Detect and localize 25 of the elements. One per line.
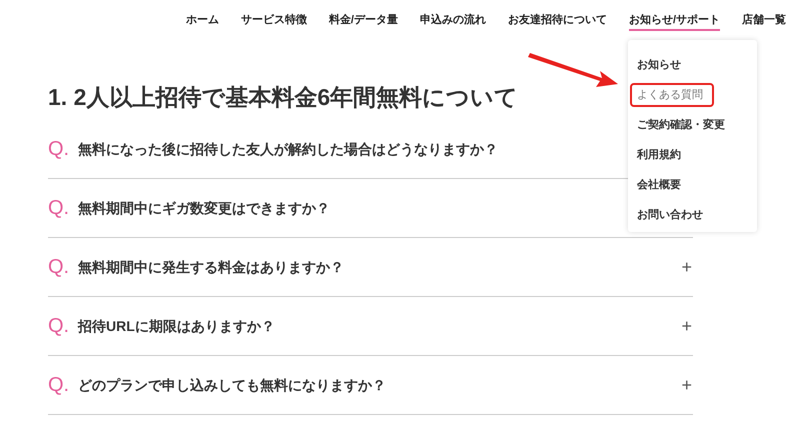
- expand-toggle[interactable]: +: [681, 376, 692, 394]
- section-heading: 1. 2人以上招待で基本料金6年間無料について: [48, 83, 518, 112]
- expand-toggle[interactable]: +: [681, 317, 692, 335]
- nav-link[interactable]: お知らせ/サポート: [628, 12, 720, 31]
- menu-item[interactable]: お知らせ: [630, 53, 688, 77]
- faq-question[interactable]: 招待URLに期限はありますか？: [78, 316, 682, 336]
- nav-link[interactable]: サービス特徴: [240, 12, 307, 31]
- question-mark-label: Q.: [48, 137, 70, 162]
- question-mark-label: Q.: [48, 255, 70, 280]
- expand-toggle[interactable]: +: [681, 258, 692, 276]
- menu-item[interactable]: よくある質問: [630, 83, 714, 107]
- menu-item[interactable]: お問い合わせ: [630, 203, 710, 227]
- menu-item[interactable]: ご契約確認・変更: [630, 113, 732, 137]
- faq-question[interactable]: 無料期間中に発生する料金はありますか？: [78, 256, 682, 278]
- nav-link[interactable]: お友達招待について: [508, 12, 607, 31]
- nav-link[interactable]: 料金/データ量: [328, 12, 398, 31]
- question-mark-label: Q.: [48, 314, 70, 339]
- menu-item[interactable]: 会社概要: [630, 173, 688, 197]
- menu-item[interactable]: 利用規約: [630, 143, 688, 167]
- faq-question[interactable]: どのプランで申し込みしても無料になりますか？: [78, 374, 682, 396]
- nav-link[interactable]: ホーム: [186, 12, 219, 31]
- nav-link[interactable]: 店舗一覧: [742, 12, 786, 31]
- question-mark-label: Q.: [48, 373, 70, 398]
- nav-link[interactable]: 申込みの流れ: [420, 12, 486, 31]
- question-mark-label: Q.: [48, 196, 70, 221]
